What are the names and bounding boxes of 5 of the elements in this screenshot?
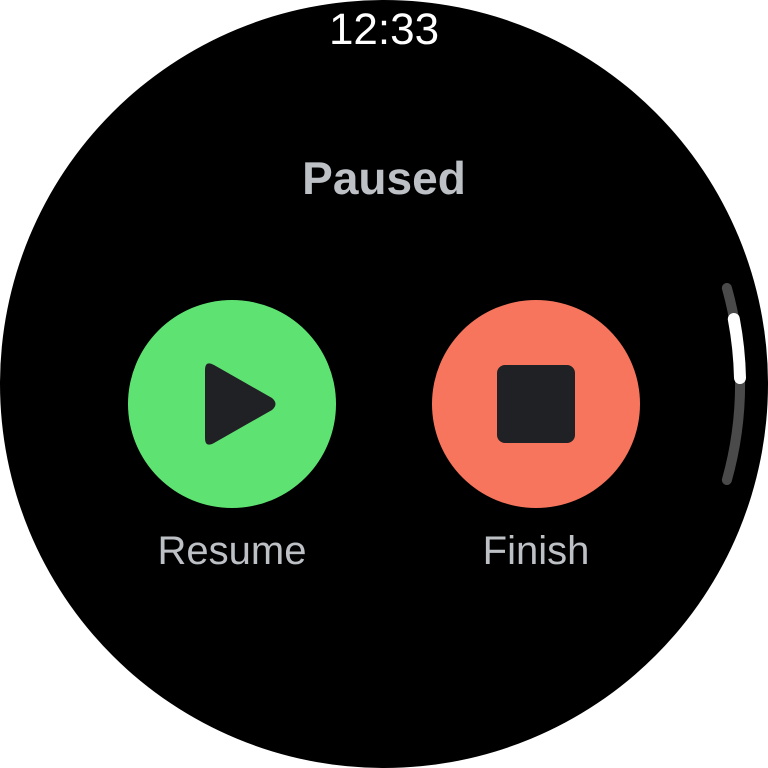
screen-title: Paused [302,154,466,202]
button-label: Resume [158,531,306,571]
stop-icon [497,365,575,443]
clock-time: 12:33 [328,4,440,52]
button-label: Finish [482,531,590,571]
